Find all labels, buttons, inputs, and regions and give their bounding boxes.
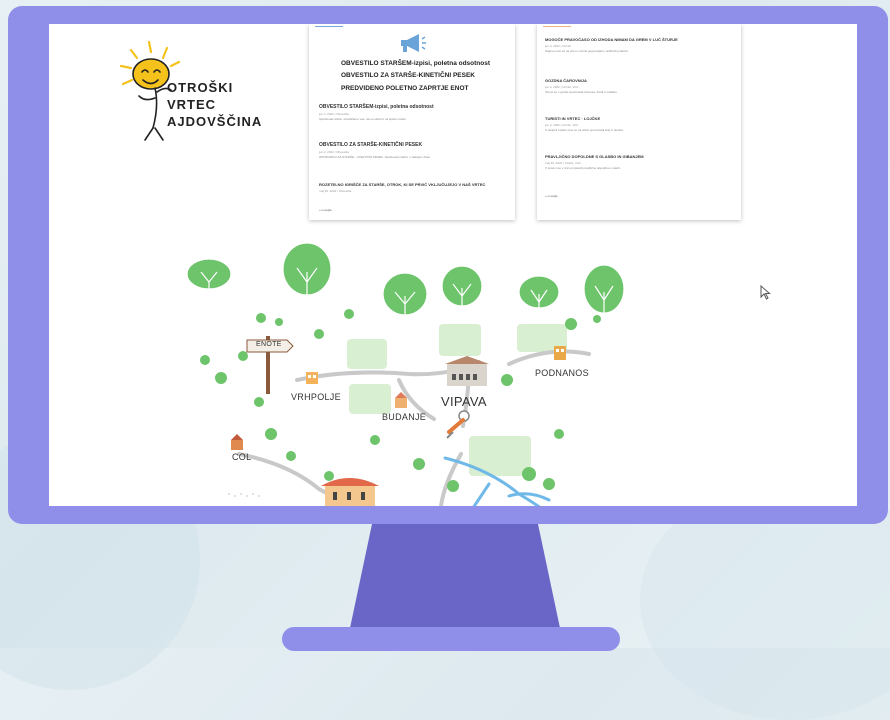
- small-tree: [593, 315, 601, 323]
- location-pin-icon: [446, 410, 470, 439]
- small-tree: [200, 355, 210, 365]
- field-dot: [258, 495, 260, 497]
- field-dot: [240, 493, 242, 495]
- small-tree: [447, 480, 459, 492]
- screen: OTROŠKI VRTEC AJDOVŠČINA OBVESTILO STARŠ…: [49, 24, 857, 506]
- house-icon: [231, 434, 243, 450]
- tree: [186, 258, 232, 296]
- map-illustration: [186, 242, 625, 506]
- tree: [518, 275, 560, 314]
- tree: [282, 242, 332, 302]
- house-icon: [554, 346, 566, 360]
- small-tree: [565, 318, 577, 330]
- meadow: [349, 384, 391, 414]
- small-tree: [370, 435, 380, 445]
- small-tree: [344, 309, 354, 319]
- map-label-podnanos[interactable]: PODNANOS: [535, 368, 589, 378]
- mouse-cursor-icon: [760, 285, 771, 300]
- tree: [382, 272, 428, 322]
- small-tree: [286, 451, 296, 461]
- map-label-budanje[interactable]: BUDANJE: [382, 412, 426, 422]
- small-tree: [501, 374, 513, 386]
- meadow: [347, 339, 387, 369]
- small-tree: [275, 318, 283, 326]
- map-label-enote[interactable]: ENOTE: [256, 341, 282, 348]
- map-label-col[interactable]: COL: [232, 452, 251, 462]
- map-label-vrhpolje[interactable]: VRHPOLJE: [291, 392, 341, 402]
- field-dot: [246, 495, 248, 497]
- small-tree: [522, 467, 536, 481]
- field-dot: [234, 495, 236, 497]
- small-tree: [314, 329, 324, 339]
- small-tree: [324, 471, 334, 481]
- small-tree: [554, 429, 564, 439]
- small-tree: [265, 428, 277, 440]
- river: [472, 482, 491, 506]
- map-label-vipava[interactable]: VIPAVA: [441, 394, 487, 409]
- small-tree: [254, 397, 264, 407]
- road: [507, 349, 591, 366]
- field-dot: [228, 493, 230, 495]
- kindergarten-building-icon: [445, 356, 489, 386]
- tree: [441, 265, 483, 314]
- small-tree: [215, 372, 227, 384]
- tree: [583, 264, 625, 320]
- kindergarten-building-icon: [321, 478, 379, 506]
- small-tree: [413, 458, 425, 470]
- small-tree: [256, 313, 266, 323]
- house-icon: [306, 372, 318, 384]
- meadow: [439, 324, 481, 356]
- field-dot: [252, 493, 254, 495]
- monitor-stand-base: [282, 627, 620, 651]
- small-tree: [543, 478, 555, 490]
